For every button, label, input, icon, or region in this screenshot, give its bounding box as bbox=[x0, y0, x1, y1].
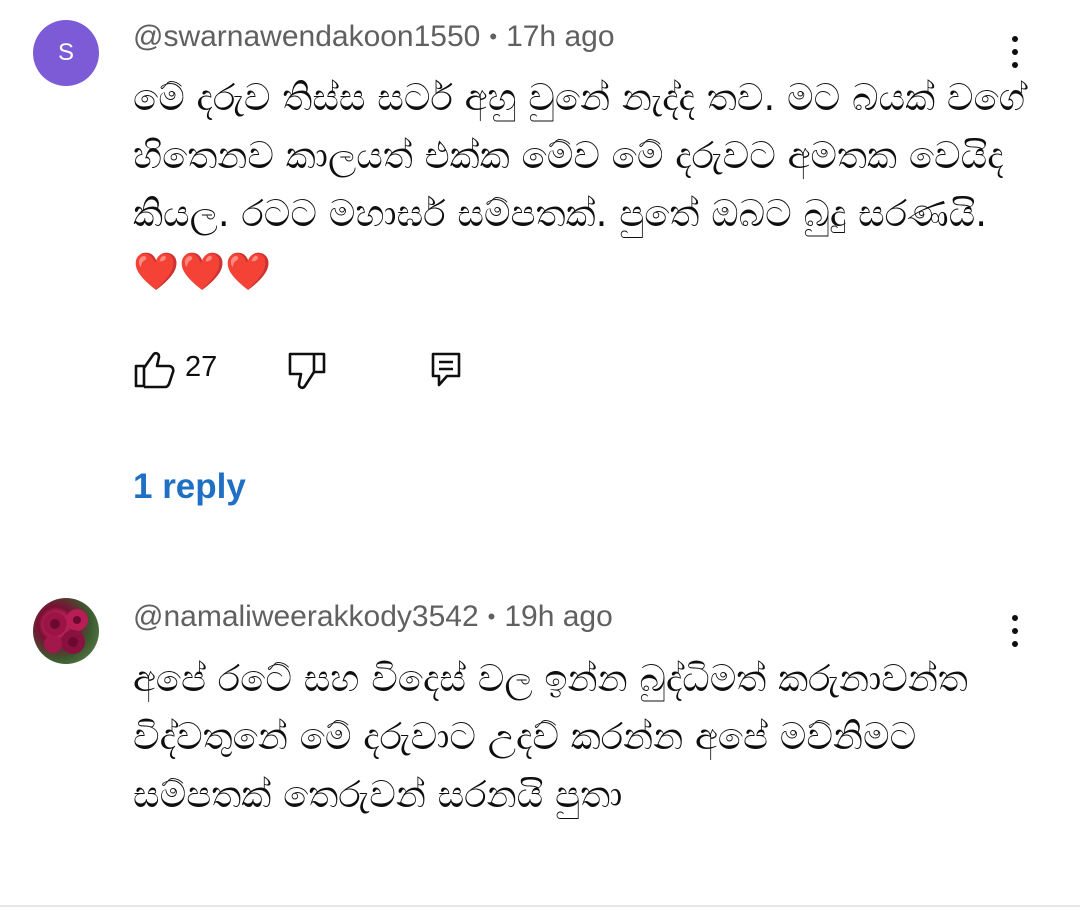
avatar[interactable] bbox=[33, 598, 99, 664]
comment-item: @namaliweerakkody3542 • 19h ago අපේ රටේ … bbox=[0, 0, 1080, 910]
more-vert-icon[interactable] bbox=[998, 607, 1032, 655]
username[interactable]: @namaliweerakkody3542 bbox=[133, 600, 479, 634]
comment-text: අපේ රටේ සහ විදෙස් වල ඉන්න බුද්ධිමත් කරුන… bbox=[133, 657, 968, 816]
timestamp: 19h ago bbox=[504, 600, 613, 633]
rose-icon bbox=[43, 609, 88, 654]
comment-header: @namaliweerakkody3542 • 19h ago bbox=[133, 600, 613, 634]
separator: • bbox=[487, 604, 496, 629]
divider bbox=[0, 905, 1080, 907]
